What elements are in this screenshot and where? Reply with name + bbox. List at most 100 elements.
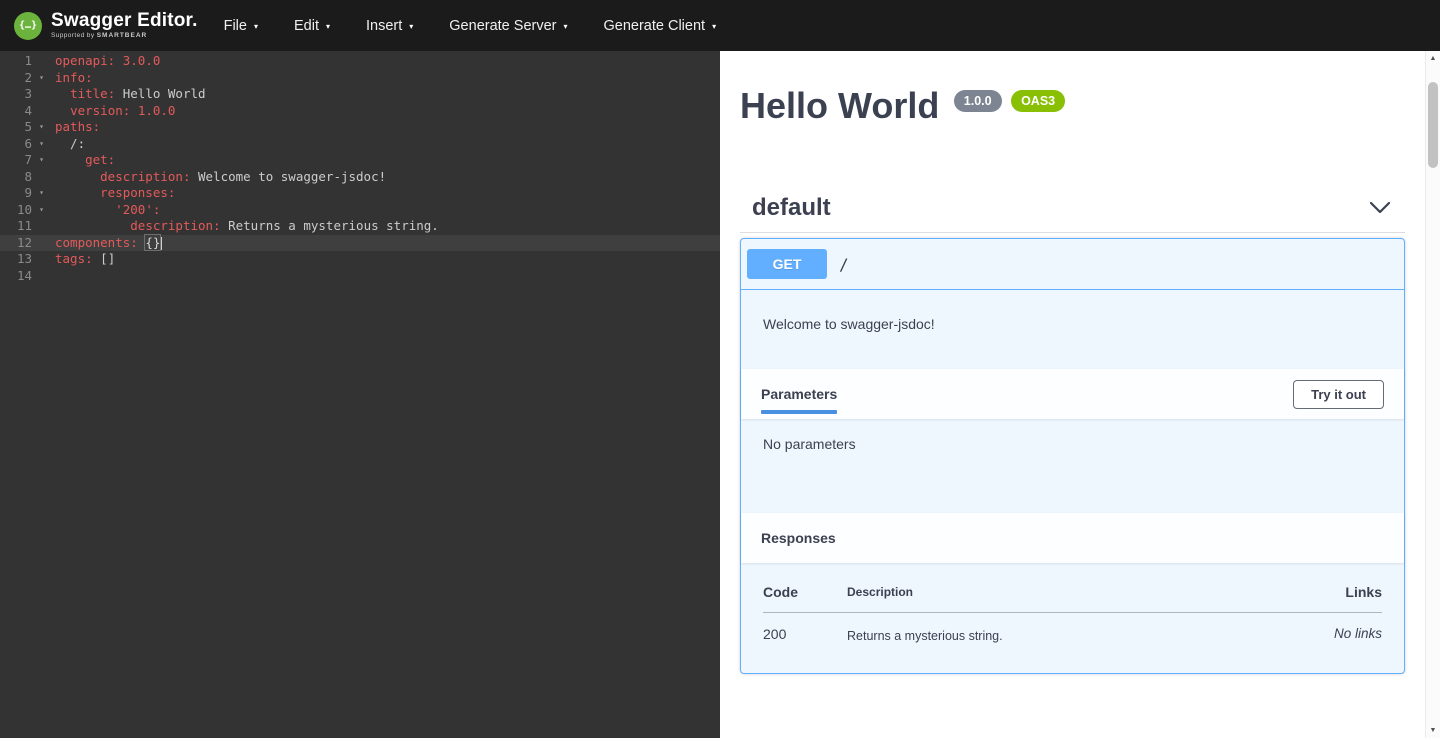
line-number: 9 (0, 185, 35, 202)
code-token (130, 103, 138, 118)
responses-title: Responses (761, 530, 836, 546)
parameters-body: No parameters (741, 419, 1404, 513)
code-token: Welcome to swagger-jsdoc! (190, 169, 386, 184)
editor-line[interactable]: info: (48, 70, 720, 87)
code-token: version: (70, 103, 130, 118)
code-token (55, 152, 85, 167)
response-row: 200 Returns a mysterious string. No link… (763, 613, 1382, 644)
text-cursor-icon (161, 237, 162, 250)
line-number: 10 (0, 202, 35, 219)
editor-line[interactable]: tags: [] (48, 251, 720, 268)
scroll-thumb[interactable] (1428, 82, 1438, 168)
code-token (55, 218, 130, 233)
navbar: {…} Swagger Editor. Supported by SMARTBE… (0, 0, 1440, 51)
code-token (55, 202, 115, 217)
menu-file[interactable]: File ▾ (224, 18, 258, 34)
line-number: 11 (0, 218, 35, 235)
code-token: description: (130, 218, 220, 233)
menu-generate-client[interactable]: Generate Client ▾ (604, 18, 717, 34)
code-token: description: (100, 169, 190, 184)
gutter-line: 4 (0, 103, 48, 120)
brand-title: Swagger Editor. (51, 11, 198, 30)
editor-line[interactable]: components: {} (48, 235, 720, 252)
menu-generate-client-label: Generate Client (604, 18, 706, 34)
collapse-chevron-icon[interactable] (1369, 201, 1391, 214)
operation-block: GET / Welcome to swagger-jsdoc! Paramete… (740, 238, 1405, 674)
tag-name: default (752, 194, 831, 222)
col-description: Description (847, 569, 1262, 613)
code-token (55, 86, 70, 101)
tag-section-header[interactable]: default (740, 183, 1405, 233)
fold-caret-icon[interactable]: ▾ (35, 70, 48, 87)
try-it-out-button[interactable]: Try it out (1293, 380, 1384, 409)
preview-scrollbar[interactable]: ▲ ▼ (1425, 51, 1440, 738)
responses-table: Code Description Links 200 Returns a mys… (763, 569, 1382, 643)
dropdown-caret-icon: ▾ (409, 22, 413, 31)
scroll-up-icon[interactable]: ▲ (1426, 55, 1440, 62)
menu-edit[interactable]: Edit ▾ (294, 18, 330, 34)
api-title: Hello World (740, 85, 939, 126)
menu-generate-server[interactable]: Generate Server ▾ (449, 18, 567, 34)
code-token: components: (55, 235, 138, 250)
editor-line[interactable]: description: Returns a mysterious string… (48, 218, 720, 235)
response-code: 200 (763, 613, 847, 644)
gutter-line: 7▾ (0, 152, 48, 169)
editor-gutter: 12▾345▾6▾7▾89▾10▾11121314 (0, 53, 48, 284)
gutter-line: 13 (0, 251, 48, 268)
editor-code[interactable]: openapi: 3.0.0info: title: Hello World v… (48, 53, 720, 284)
editor-line[interactable]: /: (48, 136, 720, 153)
fold-caret-icon[interactable]: ▾ (35, 185, 48, 202)
line-number: 4 (0, 103, 35, 120)
editor-line[interactable]: get: (48, 152, 720, 169)
line-number: 8 (0, 169, 35, 186)
fold-caret-icon[interactable]: ▾ (35, 119, 48, 136)
menu-insert[interactable]: Insert ▾ (366, 18, 413, 34)
brand-text: Swagger Editor. Supported by SMARTBEAR (51, 11, 198, 40)
menu-generate-server-label: Generate Server (449, 18, 556, 34)
operation-summary[interactable]: GET / (741, 239, 1404, 290)
code-token (55, 103, 70, 118)
tab-parameters[interactable]: Parameters (761, 386, 837, 402)
main-split: 12▾345▾6▾7▾89▾10▾11121314 openapi: 3.0.0… (0, 51, 1440, 738)
code-editor[interactable]: 12▾345▾6▾7▾89▾10▾11121314 openapi: 3.0.0… (0, 51, 720, 738)
scroll-down-icon[interactable]: ▼ (1426, 727, 1440, 734)
api-version-badge: 1.0.0 (954, 90, 1002, 112)
response-links: No links (1262, 613, 1382, 644)
responses-body: Code Description Links 200 Returns a mys… (741, 563, 1404, 673)
gutter-line: 1 (0, 53, 48, 70)
editor-line[interactable]: title: Hello World (48, 86, 720, 103)
code-token: responses: (100, 185, 175, 200)
code-token (115, 53, 123, 68)
menu-insert-label: Insert (366, 18, 402, 34)
no-parameters-text: No parameters (763, 436, 856, 452)
editor-line[interactable]: version: 1.0.0 (48, 103, 720, 120)
swagger-editor-app: {…} Swagger Editor. Supported by SMARTBE… (0, 0, 1440, 738)
code-token: info: (55, 70, 93, 85)
code-token (55, 185, 100, 200)
gutter-line: 9▾ (0, 185, 48, 202)
gutter-line: 10▾ (0, 202, 48, 219)
line-number: 3 (0, 86, 35, 103)
line-number: 13 (0, 251, 35, 268)
fold-caret-icon[interactable]: ▾ (35, 152, 48, 169)
preview-pane: Hello World 1.0.0 OAS3 default GET / Wel… (720, 51, 1425, 738)
editor-line[interactable]: paths: (48, 119, 720, 136)
brand[interactable]: {…} Swagger Editor. Supported by SMARTBE… (14, 11, 198, 40)
response-description: Returns a mysterious string. (847, 613, 1262, 644)
code-token: 1.0.0 (138, 103, 176, 118)
code-token: title: (70, 86, 115, 101)
fold-caret-icon[interactable]: ▾ (35, 202, 48, 219)
code-token: tags: (55, 251, 93, 266)
fold-caret-icon[interactable]: ▾ (35, 136, 48, 153)
editor-line[interactable] (48, 268, 720, 285)
menu-edit-label: Edit (294, 18, 319, 34)
editor-line[interactable]: responses: (48, 185, 720, 202)
editor-line[interactable]: openapi: 3.0.0 (48, 53, 720, 70)
responses-section-header: Responses (741, 513, 1404, 563)
editor-line[interactable]: '200': (48, 202, 720, 219)
col-links: Links (1262, 569, 1382, 613)
gutter-line: 8 (0, 169, 48, 186)
code-token: 3.0.0 (123, 53, 161, 68)
editor-line[interactable]: description: Welcome to swagger-jsdoc! (48, 169, 720, 186)
line-number: 5 (0, 119, 35, 136)
